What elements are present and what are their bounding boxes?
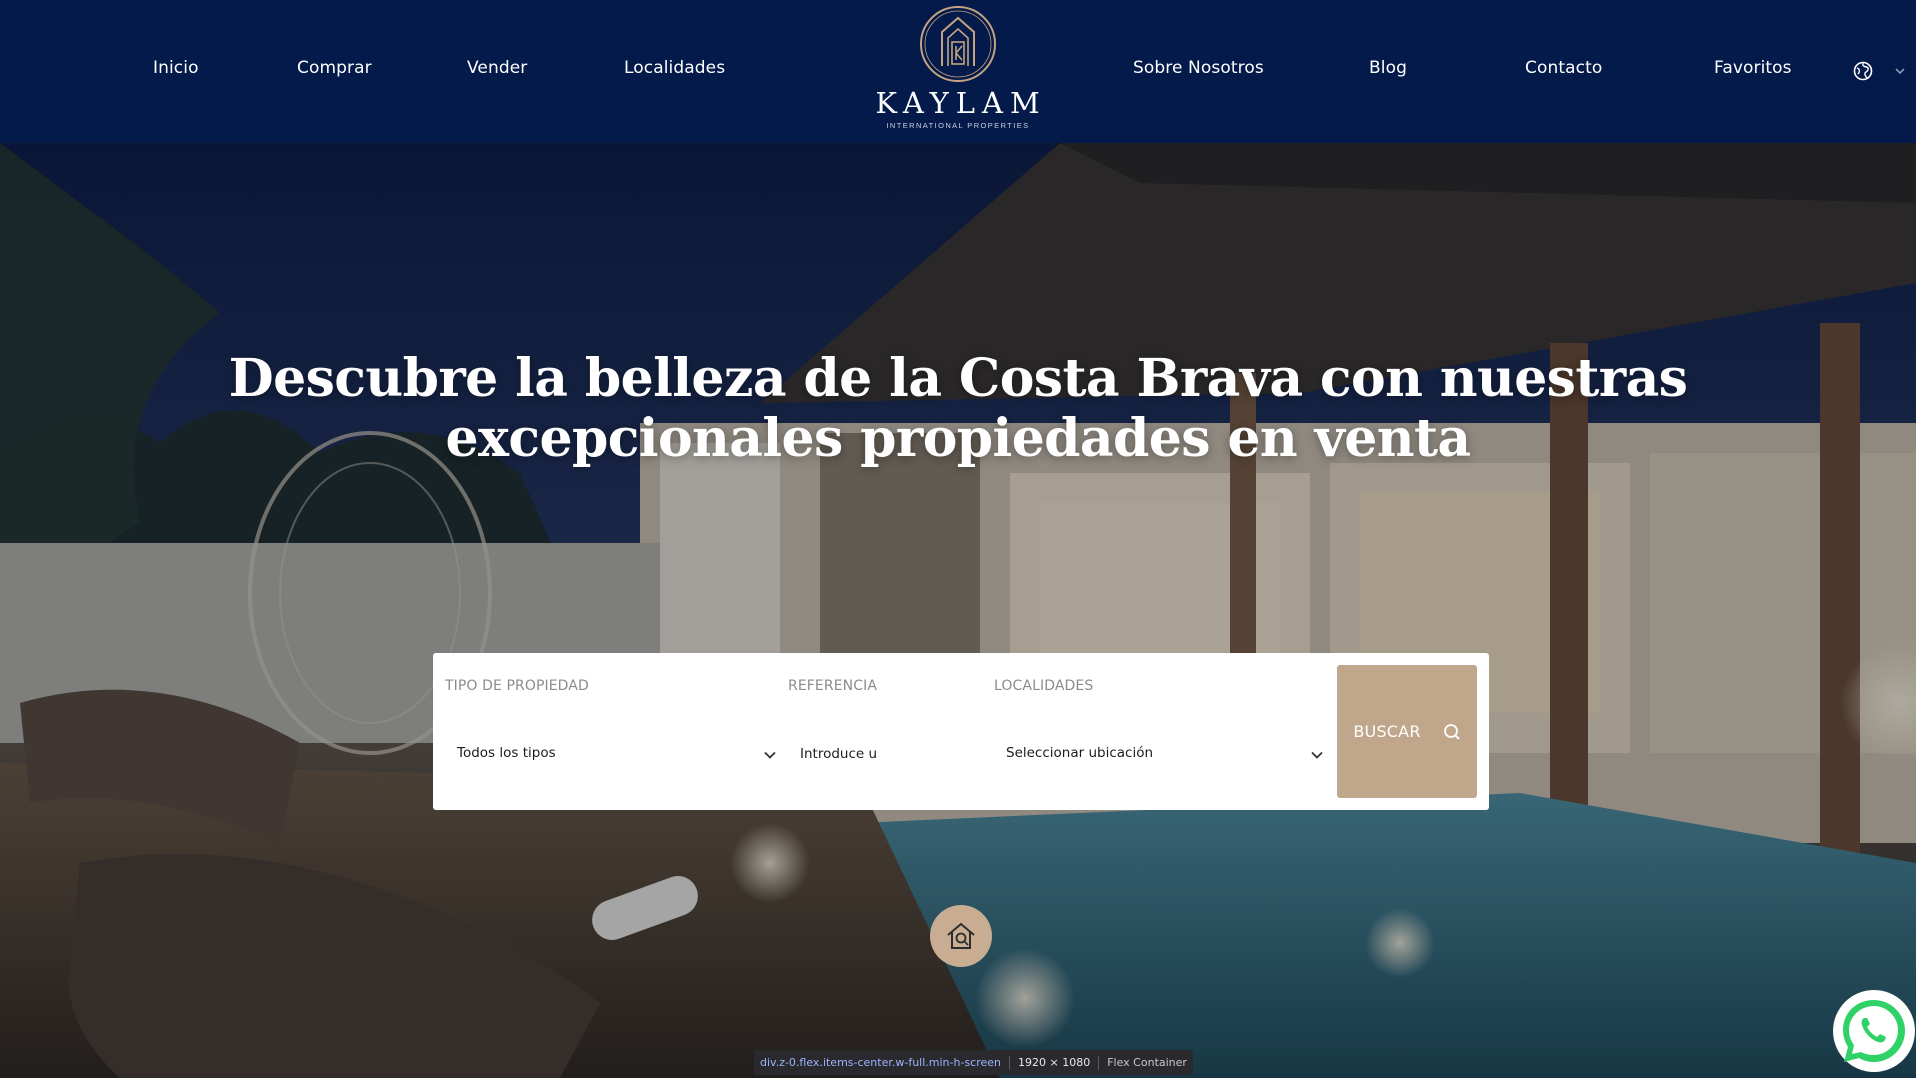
globe-icon[interactable] bbox=[1852, 60, 1874, 82]
nav-vender[interactable]: Vender bbox=[467, 58, 527, 78]
devtools-separator bbox=[1009, 1055, 1011, 1070]
hero-title: Descubre la belleza de la Costa Brava co… bbox=[228, 348, 1688, 469]
property-type-label: TIPO DE PROPIEDAD bbox=[445, 678, 589, 694]
devtools-separator bbox=[1098, 1055, 1100, 1070]
site-logo[interactable]: KAYLAM INTERNATIONAL PROPERTIES bbox=[858, 4, 1058, 136]
logo-name: KAYLAM bbox=[875, 86, 1047, 120]
locations-label: LOCALIDADES bbox=[994, 678, 1094, 694]
devtools-selector: div.z-0.flex.items-center.w-full.min-h-s… bbox=[760, 1056, 1002, 1069]
logo-emblem-icon bbox=[920, 6, 996, 82]
locations-value: Seleccionar ubicación bbox=[1006, 745, 1154, 761]
nav-sobre-nosotros[interactable]: Sobre Nosotros bbox=[1133, 58, 1264, 78]
chevron-down-icon[interactable] bbox=[1893, 64, 1907, 78]
devtools-dimensions: 1920 × 1080 bbox=[1018, 1056, 1091, 1069]
nav-blog[interactable]: Blog bbox=[1369, 58, 1407, 78]
whatsapp-icon bbox=[1840, 997, 1908, 1065]
nav-contacto[interactable]: Contacto bbox=[1525, 58, 1602, 78]
nav-favoritos[interactable]: Favoritos bbox=[1714, 58, 1792, 78]
nav-localidades[interactable]: Localidades bbox=[624, 58, 725, 78]
home-search-icon bbox=[947, 922, 975, 949]
search-button[interactable]: BUSCAR bbox=[1337, 665, 1477, 798]
chevron-down-icon bbox=[1311, 751, 1323, 759]
nav-comprar[interactable]: Comprar bbox=[297, 58, 372, 78]
search-icon bbox=[1443, 723, 1460, 740]
site-header: Inicio Comprar Vender Localidades KAYLAM… bbox=[0, 0, 1916, 143]
scroll-home-button[interactable] bbox=[930, 905, 992, 967]
whatsapp-button[interactable] bbox=[1833, 990, 1915, 1072]
logo-tagline: INTERNATIONAL PROPERTIES bbox=[886, 121, 1030, 130]
reference-input[interactable] bbox=[800, 739, 970, 769]
search-button-label: BUSCAR bbox=[1353, 722, 1421, 741]
chevron-down-icon bbox=[764, 751, 776, 759]
locations-select[interactable]: Seleccionar ubicación bbox=[994, 733, 1329, 773]
reference-label: REFERENCIA bbox=[788, 678, 877, 694]
property-type-value: Todos los tipos bbox=[457, 745, 556, 761]
property-type-select[interactable]: Todos los tipos bbox=[445, 733, 780, 773]
devtools-element-tooltip: div.z-0.flex.items-center.w-full.min-h-s… bbox=[754, 1050, 1193, 1075]
property-search-form: TIPO DE PROPIEDAD Todos los tipos REFERE… bbox=[433, 653, 1489, 810]
devtools-kind: Flex Container bbox=[1107, 1056, 1187, 1069]
nav-inicio[interactable]: Inicio bbox=[153, 58, 199, 78]
